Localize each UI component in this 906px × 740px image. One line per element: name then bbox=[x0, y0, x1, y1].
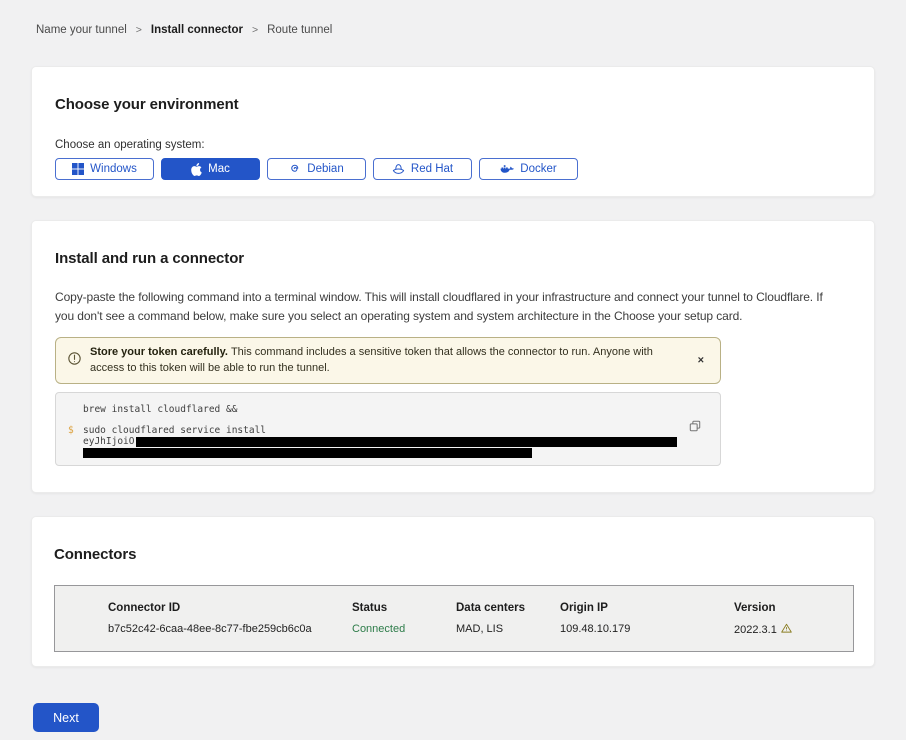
os-button-docker[interactable]: Docker bbox=[479, 158, 578, 180]
table-row: b7c52c42-6caa-48ee-8c77-fbe259cb6c0a Con… bbox=[55, 614, 853, 651]
connector-id-value: b7c52c42-6caa-48ee-8c77-fbe259cb6c0a bbox=[108, 623, 352, 636]
info-icon bbox=[68, 352, 81, 370]
os-button-label: Docker bbox=[520, 163, 556, 175]
code-command-text: sudo cloudflared service install bbox=[83, 425, 266, 436]
breadcrumb-separator: > bbox=[136, 24, 142, 36]
os-button-group: Windows Mac Debian Red Hat bbox=[55, 158, 845, 180]
connectors-card-title: Connectors bbox=[54, 546, 852, 563]
os-button-label: Windows bbox=[90, 163, 137, 175]
connectors-table: Connector ID Status Data centers Origin … bbox=[54, 585, 854, 652]
os-button-windows[interactable]: Windows bbox=[55, 158, 154, 180]
code-line-brew-install: brew install cloudflared && bbox=[83, 404, 680, 415]
token-prefix-text: eyJhIjoiO bbox=[83, 436, 134, 447]
breadcrumb-step-route-tunnel[interactable]: Route tunnel bbox=[267, 24, 332, 36]
column-header-version: Version bbox=[734, 602, 853, 614]
copy-icon[interactable] bbox=[689, 420, 701, 435]
os-button-label: Red Hat bbox=[411, 163, 453, 175]
os-button-mac[interactable]: Mac bbox=[161, 158, 260, 180]
install-card-description: Copy-paste the following command into a … bbox=[55, 288, 845, 325]
redhat-icon bbox=[392, 163, 405, 175]
token-warning-title: Store your token carefully. bbox=[90, 346, 228, 358]
column-header-data-centers: Data centers bbox=[456, 602, 560, 614]
token-warning-text: Store your token carefully.This command … bbox=[90, 345, 678, 376]
breadcrumb: Name your tunnel > Install connector > R… bbox=[31, 24, 875, 36]
choose-environment-card: Choose your environment Choose an operat… bbox=[31, 66, 875, 197]
status-badge: Connected bbox=[352, 623, 456, 636]
column-header-origin-ip: Origin IP bbox=[560, 602, 734, 614]
data-centers-value: MAD, LIS bbox=[456, 623, 560, 636]
column-header-connector-id: Connector ID bbox=[108, 602, 352, 614]
shell-prompt: $ bbox=[68, 425, 74, 436]
code-line-service-install: $sudo cloudflared service install bbox=[83, 425, 680, 436]
install-card-title: Install and run a connector bbox=[55, 250, 845, 267]
redacted-token-bar bbox=[136, 437, 677, 447]
version-value: 2022.3.1 bbox=[734, 623, 853, 636]
code-line-token-continued bbox=[83, 447, 680, 458]
docker-icon bbox=[500, 163, 514, 175]
os-button-label: Debian bbox=[307, 163, 343, 175]
connectors-card: Connectors Connector ID Status Data cent… bbox=[31, 516, 875, 667]
version-text: 2022.3.1 bbox=[734, 624, 777, 636]
os-button-debian[interactable]: Debian bbox=[267, 158, 366, 180]
token-warning-banner: Store your token carefully.This command … bbox=[55, 337, 721, 384]
apple-icon bbox=[191, 163, 202, 176]
os-button-label: Mac bbox=[208, 163, 230, 175]
install-connector-card: Install and run a connector Copy-paste t… bbox=[31, 220, 875, 493]
windows-icon bbox=[72, 163, 84, 175]
debian-icon bbox=[289, 163, 301, 175]
page: Name your tunnel > Install connector > R… bbox=[0, 0, 906, 732]
version-warning-icon bbox=[781, 623, 792, 636]
column-header-status: Status bbox=[352, 602, 456, 614]
close-icon[interactable]: × bbox=[694, 353, 708, 368]
code-line-token: eyJhIjoiO bbox=[83, 436, 680, 447]
breadcrumb-step-install-connector[interactable]: Install connector bbox=[151, 24, 243, 36]
os-select-label: Choose an operating system: bbox=[55, 139, 845, 151]
breadcrumb-separator: > bbox=[252, 24, 258, 36]
next-button[interactable]: Next bbox=[33, 703, 99, 732]
origin-ip-value: 109.48.10.179 bbox=[560, 623, 734, 636]
redacted-token-bar bbox=[83, 448, 532, 458]
environment-card-title: Choose your environment bbox=[55, 96, 845, 113]
os-button-redhat[interactable]: Red Hat bbox=[373, 158, 472, 180]
table-header-row: Connector ID Status Data centers Origin … bbox=[55, 586, 853, 614]
install-command-codeblock: brew install cloudflared && $sudo cloudf… bbox=[55, 392, 721, 466]
breadcrumb-step-name-your-tunnel[interactable]: Name your tunnel bbox=[36, 24, 127, 36]
